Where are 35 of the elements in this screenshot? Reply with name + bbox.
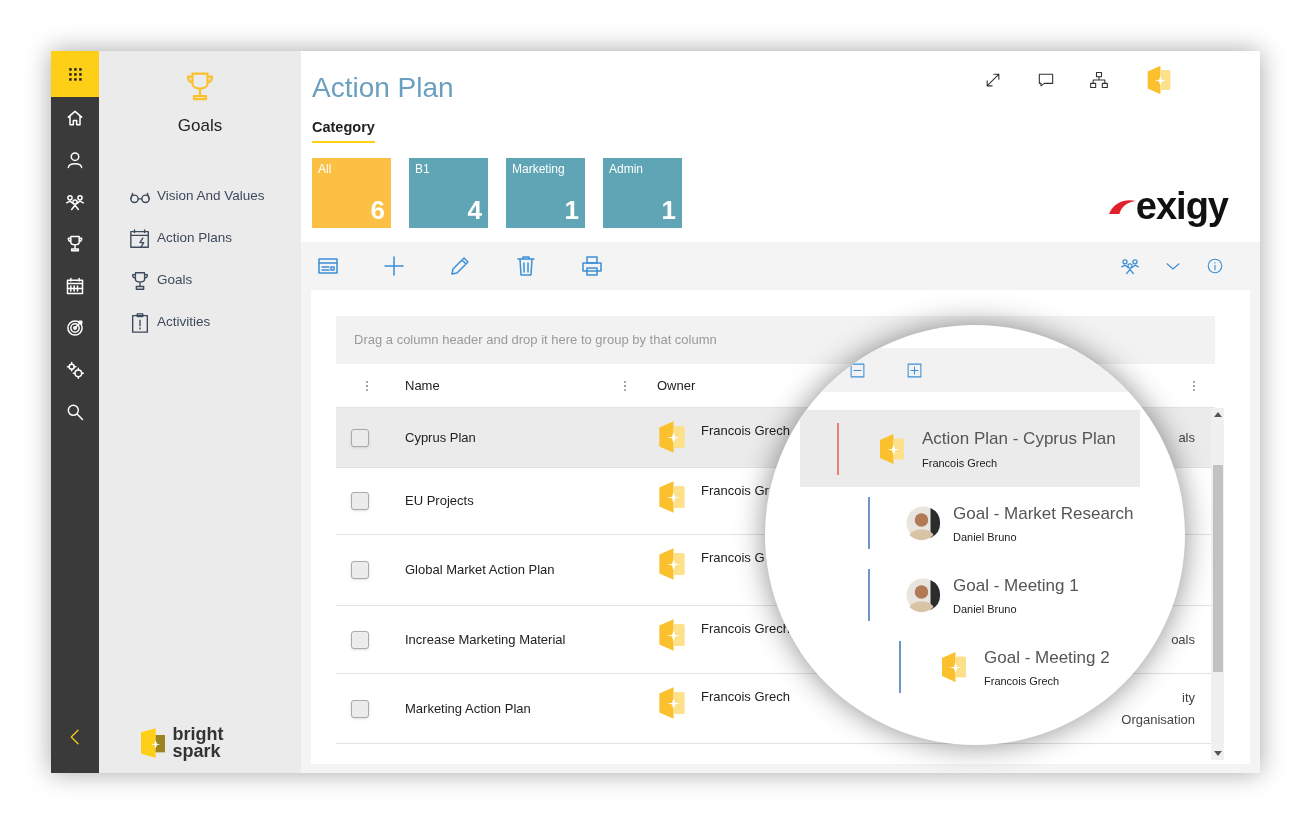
tile-count: 4	[467, 193, 482, 227]
table-cell-text: Francois G	[701, 549, 765, 567]
tile-label: B1	[415, 160, 430, 178]
company-logo: exigy	[1135, 187, 1228, 225]
tile-label: Admin	[609, 160, 643, 178]
table-cell-text: oals	[1171, 630, 1195, 649]
table-cell-text: Francois Grech	[701, 688, 790, 706]
table-cell-text: EU Projects	[405, 492, 475, 511]
table-cell-text: als	[1178, 428, 1195, 447]
item-owner: Francois Grech	[984, 674, 1061, 689]
table-cell-text: Cyprus Plan	[405, 428, 477, 447]
tile-label: Marketing	[512, 160, 565, 178]
section-title: Goals	[177, 115, 223, 137]
table-cell-text: Francois Grech	[701, 422, 790, 440]
table-cell-text: Francois Gr	[701, 482, 769, 500]
item-title: Goal - Market Research	[953, 502, 1134, 525]
brand-name: bright	[172, 726, 224, 743]
table-cell-text: Organisation	[1121, 710, 1195, 729]
table-cell-text: Increase Marketing Material	[405, 630, 567, 649]
item-title: Action Plan - Cyprus Plan	[922, 428, 1116, 450]
tile-count: 6	[370, 193, 385, 227]
table-cell-text: ity	[1182, 688, 1195, 707]
tile-count: 1	[661, 193, 676, 227]
tile-count: 1	[564, 193, 579, 227]
tile-label: All	[318, 160, 332, 178]
brand-name: spark	[172, 743, 221, 760]
item-title: Goal - Meeting 1	[953, 574, 1079, 597]
item-owner: Daniel Bruno	[953, 530, 1018, 545]
page-title: Action Plan	[312, 71, 454, 105]
table-cell-text: Marketing Action Plan	[405, 699, 532, 718]
table-cell-text: Francois Grech	[701, 620, 790, 638]
item-owner: Francois Grech	[922, 455, 999, 471]
item-title: Goal - Meeting 2	[984, 646, 1110, 669]
table-cell-text: Global Market Action Plan	[405, 561, 556, 580]
filter-label: Category	[312, 117, 375, 143]
